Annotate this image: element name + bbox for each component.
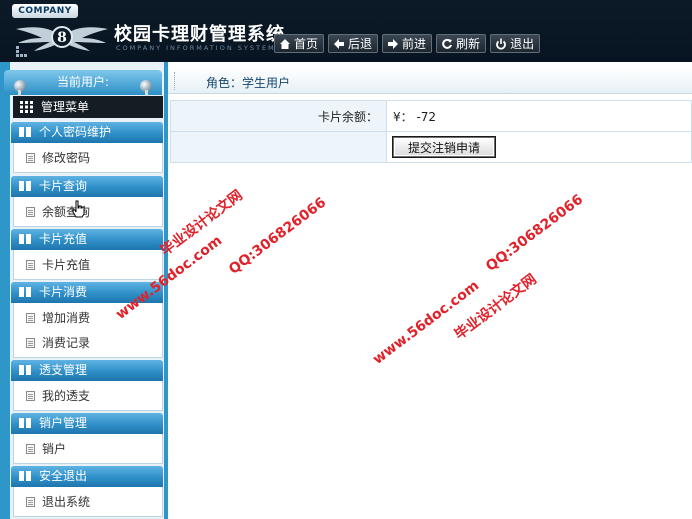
app-header: COMPANY 8 校园卡理财管理系统 COMPANY INFORMATION … (0, 0, 692, 62)
menu-title: 管理菜单 (13, 96, 163, 118)
group-card-consume-body: 增加消费 消费记录 (13, 303, 163, 358)
menu-item-consume-records[interactable]: 消费记录 (42, 334, 90, 351)
document-icon (26, 260, 35, 270)
group-card-recharge-title: 卡片充值 (39, 232, 88, 246)
document-icon (26, 391, 35, 401)
current-user-label: 当前用户: (56, 75, 110, 89)
decor-dots (16, 46, 30, 58)
forward-button[interactable]: 前进 (382, 34, 433, 53)
app-subtitle: COMPANY INFORMATION SYSTEM (116, 44, 276, 52)
grid-icon (20, 101, 33, 113)
document-icon (26, 444, 35, 454)
group-account-close-title: 销户管理 (39, 416, 88, 430)
group-overdraft-body: 我的透支 (13, 381, 163, 411)
role-bar: 角色：学生用户 (168, 68, 692, 94)
group-card-consume-title: 卡片消费 (39, 285, 88, 299)
balance-row: 卡片余额： ¥： -72 (170, 100, 692, 132)
group-account-close[interactable]: 销户管理 (11, 413, 163, 434)
action-cell: 提交注销申请 (386, 131, 692, 163)
refresh-button-label: 刷新 (456, 37, 481, 51)
balance-label: 卡片余额： (170, 100, 387, 132)
menu-item-my-overdraft[interactable]: 我的透支 (42, 387, 90, 404)
group-card-query-body: 余额查询 (13, 197, 163, 227)
book-icon (19, 418, 31, 428)
action-row: 提交注销申请 (170, 131, 692, 163)
document-icon (26, 153, 35, 163)
balance-form: 卡片余额： ¥： -72 提交注销申请 (170, 100, 692, 163)
watermark-site-cn: 毕业设计论文网 (451, 271, 540, 344)
top-nav: 首页 后退 前进 刷新 退出 (274, 34, 541, 53)
menu-item-add-consume[interactable]: 增加消费 (42, 309, 90, 326)
book-icon (19, 471, 31, 481)
group-account-close-body: 销户 (13, 434, 163, 464)
document-icon (26, 497, 35, 507)
arrow-left-icon (332, 37, 345, 50)
divider (174, 72, 175, 90)
group-card-query[interactable]: 卡片查询 (11, 176, 163, 197)
group-safe-exit[interactable]: 安全退出 (11, 466, 163, 487)
group-overdraft-title: 透支管理 (39, 363, 88, 377)
group-password[interactable]: 个人密码维护 (11, 122, 163, 143)
current-user-bar: 当前用户: (4, 70, 162, 102)
balance-value: ¥： -72 (386, 100, 692, 132)
refresh-button[interactable]: 刷新 (436, 34, 487, 53)
refresh-icon (440, 37, 453, 50)
group-safe-exit-body: 退出系统 (13, 487, 163, 517)
company-tag: COMPANY (12, 4, 78, 18)
forward-button-label: 前进 (402, 37, 427, 51)
logout-button-label: 退出 (510, 37, 535, 51)
book-icon (19, 234, 31, 244)
group-safe-exit-title: 安全退出 (39, 469, 88, 483)
menu-item-exit-system[interactable]: 退出系统 (42, 493, 90, 510)
back-button-label: 后退 (348, 37, 373, 51)
menu-title-label: 管理菜单 (41, 100, 90, 114)
watermark-qq: QQ:306826066 (483, 191, 587, 275)
svg-text:8: 8 (57, 30, 67, 46)
menu-item-change-password[interactable]: 修改密码 (42, 149, 90, 166)
home-icon (278, 37, 291, 50)
group-overdraft[interactable]: 透支管理 (11, 360, 163, 381)
power-icon (494, 37, 507, 50)
group-card-query-title: 卡片查询 (39, 179, 88, 193)
group-password-body: 修改密码 (13, 143, 163, 173)
arrow-right-icon (386, 37, 399, 50)
document-icon (26, 338, 35, 348)
book-icon (19, 287, 31, 297)
document-icon (26, 313, 35, 323)
group-card-recharge-body: 卡片充值 (13, 250, 163, 280)
hand-cursor-icon (72, 200, 85, 218)
home-button[interactable]: 首页 (274, 34, 325, 53)
menu-item-card-recharge[interactable]: 卡片充值 (42, 256, 90, 273)
back-button[interactable]: 后退 (328, 34, 379, 53)
book-icon (19, 127, 31, 137)
watermark-qq: QQ:306826066 (226, 194, 330, 278)
role-label: 角色：学生用户 (206, 76, 291, 90)
group-card-recharge[interactable]: 卡片充值 (11, 229, 163, 250)
home-button-label: 首页 (294, 37, 319, 51)
logout-button[interactable]: 退出 (490, 34, 541, 53)
book-icon (19, 365, 31, 375)
document-icon (26, 207, 35, 217)
menu-item-close-account[interactable]: 销户 (42, 440, 66, 457)
group-password-title: 个人密码维护 (39, 125, 112, 139)
book-icon (19, 181, 31, 191)
submit-cancel-request-button[interactable]: 提交注销申请 (393, 137, 496, 157)
app-title: 校园卡理财管理系统 (114, 24, 285, 45)
action-label-cell (170, 131, 387, 163)
